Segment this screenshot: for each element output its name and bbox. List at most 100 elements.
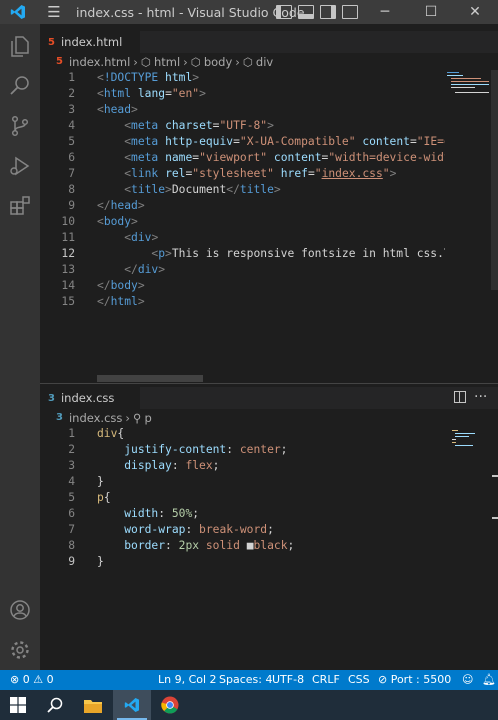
vscode-taskbar-icon xyxy=(124,698,139,712)
tab-index-html[interactable]: 5 index.html xyxy=(40,31,140,53)
code-line[interactable]: 15 </html> xyxy=(40,294,445,310)
taskbar-search-icon[interactable] xyxy=(47,697,63,713)
code-token[interactable]: index.css xyxy=(322,167,383,180)
code-token: < xyxy=(124,119,132,132)
code-line[interactable]: 1 <!DOCTYPE html> xyxy=(40,70,445,86)
windows-start-icon[interactable] xyxy=(10,697,26,713)
code-line[interactable]: 8 <title>Document</title> xyxy=(40,182,445,198)
code-line[interactable]: 4 <meta charset="UTF-8"> xyxy=(40,118,445,134)
code-token: meta xyxy=(131,135,159,148)
search-icon[interactable] xyxy=(8,74,32,98)
problems-indicator[interactable]: ⊗ 0 ⚠ 0 xyxy=(10,673,54,686)
split-editor-icon[interactable] xyxy=(454,391,466,403)
code-token: } xyxy=(97,475,104,488)
code-line[interactable]: 3 display: flex; xyxy=(40,458,445,474)
minimap[interactable] xyxy=(450,428,490,448)
run-debug-icon[interactable] xyxy=(8,154,32,178)
taskbar-vscode-button[interactable] xyxy=(113,690,151,720)
selector-icon: ⚲ xyxy=(133,410,142,425)
code-line[interactable]: 2 justify-content: center; xyxy=(40,442,445,458)
code-token: flex xyxy=(185,459,213,472)
code-token: < xyxy=(124,151,132,164)
code-token: > xyxy=(158,263,166,276)
line-text: </html> xyxy=(97,294,145,310)
chrome-icon[interactable] xyxy=(161,696,179,714)
code-line[interactable]: 5 <meta http-equiv="X-UA-Compatible" con… xyxy=(40,134,445,150)
line-number: 12 xyxy=(61,247,75,260)
more-actions-icon[interactable]: ··· xyxy=(474,387,487,407)
customize-layout-icon[interactable] xyxy=(342,5,358,19)
horizontal-scrollbar[interactable] xyxy=(97,375,203,382)
css-code-area[interactable]: 1 div{2 justify-content: center; 3 display… xyxy=(40,426,445,666)
notifications-bell-icon[interactable]: 🔔︎ xyxy=(482,673,496,686)
toggle-secondary-sidebar-icon[interactable] xyxy=(320,5,336,19)
color-swatch-icon[interactable]: ■ xyxy=(247,539,254,552)
settings-gear-icon[interactable] xyxy=(8,638,32,662)
code-token: html xyxy=(110,295,138,308)
cursor-position[interactable]: Ln 9, Col 2 xyxy=(158,673,217,686)
eol-setting[interactable]: CRLF xyxy=(312,673,340,686)
toggle-panel-icon[interactable] xyxy=(298,5,314,19)
breadcrumb-item[interactable]: div xyxy=(256,55,273,69)
code-token: = xyxy=(307,167,315,180)
extensions-icon[interactable] xyxy=(8,194,32,218)
code-line[interactable]: 7 word-wrap: break-word; xyxy=(40,522,445,538)
maximize-icon[interactable]: ☐ xyxy=(408,0,454,24)
breadcrumb-item[interactable]: index.css xyxy=(69,411,122,425)
close-icon[interactable]: ✕ xyxy=(452,0,498,24)
code-line[interactable]: 9 </head> xyxy=(40,198,445,214)
html-code-area[interactable]: 1 <!DOCTYPE html> 2 <html lang="en"> 3 <head>… xyxy=(40,70,445,360)
code-line[interactable]: 3 <head> xyxy=(40,102,445,118)
code-token: black xyxy=(253,539,288,552)
live-server-port[interactable]: ⊘ Port : 5500 xyxy=(378,673,451,686)
code-line[interactable]: 5 p{ xyxy=(40,490,445,506)
code-line[interactable]: 4} xyxy=(40,474,445,490)
code-line[interactable]: 11 <div> xyxy=(40,230,445,246)
code-token: border xyxy=(124,539,166,552)
tab-index-css[interactable]: 3 index.css xyxy=(40,387,140,409)
breadcrumb-item[interactable]: p xyxy=(144,411,151,425)
tab-label: index.css xyxy=(60,391,115,405)
feedback-icon[interactable]: ☺ xyxy=(462,673,473,686)
indentation-setting[interactable]: Spaces: 4 xyxy=(219,673,272,686)
breadcrumb-item[interactable]: body xyxy=(204,55,232,69)
code-token: ; xyxy=(287,539,295,552)
language-mode[interactable]: CSS xyxy=(348,673,370,686)
code-token: lang xyxy=(137,87,166,100)
code-line[interactable]: 1 div{ xyxy=(40,426,445,442)
breadcrumb-item[interactable]: index.html xyxy=(69,55,130,69)
hamburger-menu-icon[interactable]: ☰ xyxy=(36,0,72,24)
code-line[interactable]: 13 </div> xyxy=(40,262,445,278)
code-token: name xyxy=(165,151,193,164)
line-text: <title>Document</title> xyxy=(97,182,281,198)
code-line[interactable]: 6 width: 50%; xyxy=(40,506,445,522)
code-line[interactable]: 10 <body> xyxy=(40,214,445,230)
code-token: < xyxy=(97,103,104,116)
code-line[interactable]: 14 </body> xyxy=(40,278,445,294)
code-line[interactable]: 9} xyxy=(40,554,445,570)
code-line[interactable]: 7 <link rel="stylesheet" href="index.css… xyxy=(40,166,445,182)
code-token: { xyxy=(117,427,125,440)
editor-split-divider[interactable] xyxy=(40,383,498,384)
minimap[interactable] xyxy=(445,70,491,100)
code-line[interactable]: 12 <p>This is responsive fontsize in htm… xyxy=(40,246,445,262)
code-token: </ xyxy=(97,199,111,212)
file-explorer-icon[interactable] xyxy=(84,697,102,713)
breadcrumb-item[interactable]: html xyxy=(154,55,180,69)
code-line[interactable]: 2 <html lang="en"> xyxy=(40,86,445,102)
code-line[interactable]: 8 border: 2px solid ■black; xyxy=(40,538,445,554)
code-token: div xyxy=(97,427,118,440)
encoding-setting[interactable]: UTF-8 xyxy=(272,673,304,686)
code-token: "IE=edge" xyxy=(416,135,445,148)
toggle-sidebar-icon[interactable] xyxy=(276,5,292,19)
line-text: <p>This is responsive fontsize in html c… xyxy=(97,246,445,262)
layout-controls xyxy=(276,0,358,24)
vertical-scrollbar[interactable] xyxy=(491,70,498,290)
code-line[interactable]: 6 <meta name="viewport" content="width=d… xyxy=(40,150,445,166)
minimize-icon[interactable]: ─ xyxy=(362,0,408,24)
account-icon[interactable] xyxy=(8,598,32,622)
explorer-icon[interactable] xyxy=(8,34,32,58)
code-token: > xyxy=(131,215,138,228)
source-control-icon[interactable] xyxy=(8,114,32,138)
